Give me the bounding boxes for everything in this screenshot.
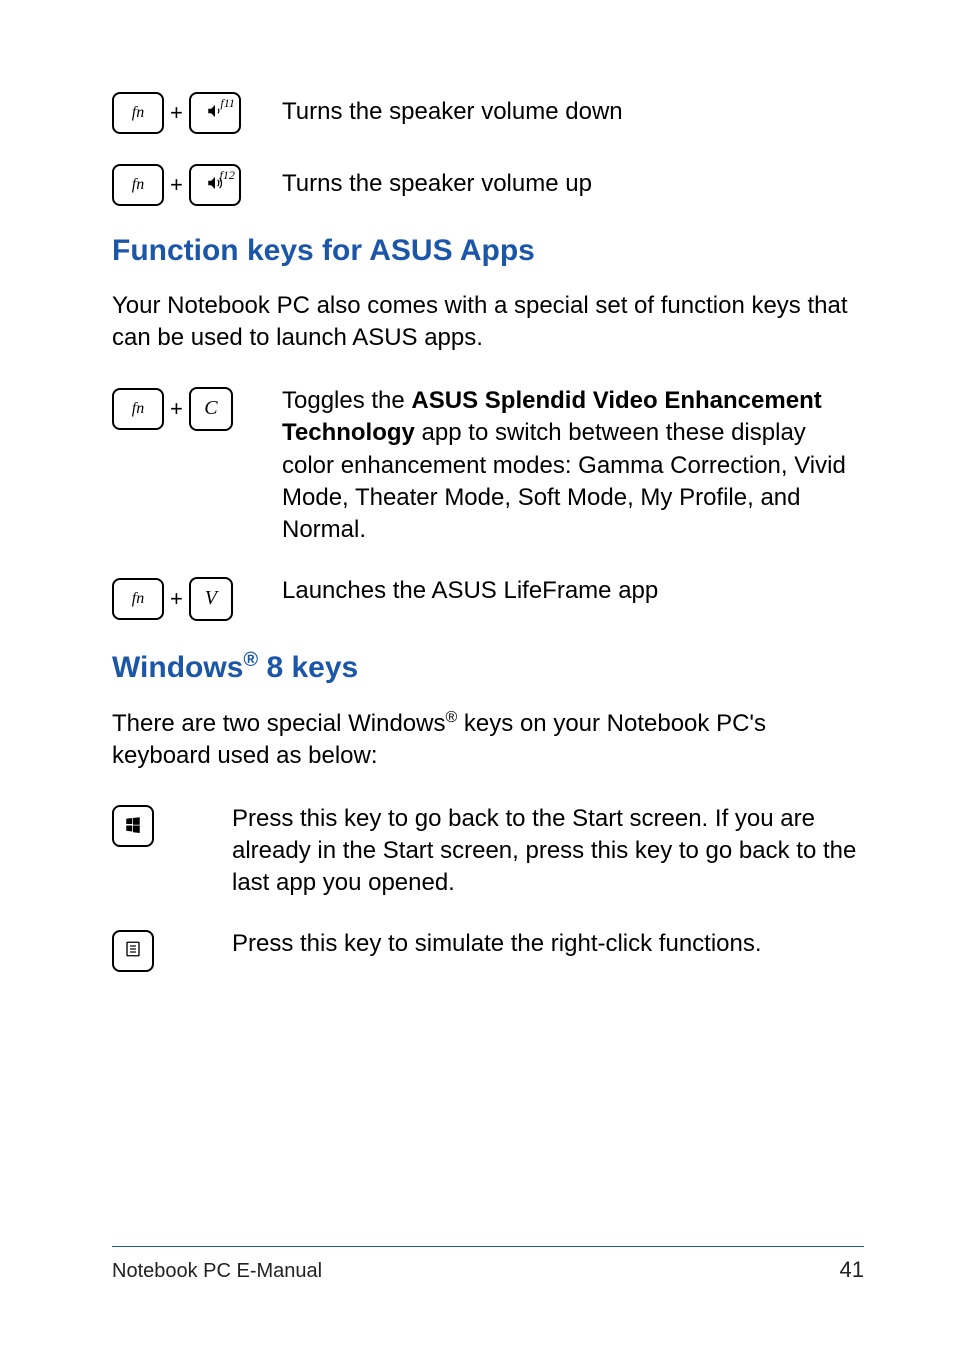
plus-sign: + — [170, 396, 183, 422]
shortcut-row: fn + V Launches the ASUS LifeFrame app — [112, 575, 864, 621]
shortcut-desc: Press this key to simulate the right-cli… — [232, 928, 864, 960]
fn-key: fn — [112, 164, 164, 206]
footer-page-number: 41 — [840, 1257, 864, 1283]
key-combo: fn + f12 — [112, 164, 282, 206]
fn-key-label: fn — [132, 104, 144, 122]
fn-key: fn — [112, 578, 164, 620]
shortcut-row: fn + f11 Turns the speaker volume down — [112, 90, 864, 134]
plus-sign: + — [170, 100, 183, 126]
menu-key — [112, 930, 154, 972]
desc-text: Toggles the — [282, 387, 411, 414]
key-combo: fn + f11 — [112, 92, 282, 134]
shortcut-desc: Launches the ASUS LifeFrame app — [282, 575, 864, 607]
v-key: V — [189, 577, 233, 621]
fn-key-label: fn — [132, 176, 144, 194]
heading-text: 8 keys — [258, 651, 358, 684]
f12-label: f12 — [220, 168, 235, 183]
f11-key: f11 — [189, 92, 241, 134]
key-single — [112, 805, 232, 847]
shortcut-row: Press this key to simulate the right-cli… — [112, 928, 864, 972]
intro-text: There are two special Windows — [112, 710, 445, 737]
c-key-label: C — [204, 397, 217, 420]
fn-key: fn — [112, 92, 164, 134]
page-footer: Notebook PC E-Manual 41 — [112, 1246, 864, 1283]
registered-mark: ® — [445, 709, 457, 726]
f12-key: f12 — [189, 164, 241, 206]
key-combo: fn + V — [112, 577, 282, 621]
shortcut-row: fn + C Toggles the ASUS Splendid Video E… — [112, 385, 864, 547]
heading-asus-apps: Function keys for ASUS Apps — [112, 234, 864, 268]
footer-title: Notebook PC E-Manual — [112, 1260, 322, 1283]
shortcut-desc: Press this key to go back to the Start s… — [232, 803, 864, 900]
f11-label: f11 — [220, 96, 234, 111]
shortcut-desc: Toggles the ASUS Splendid Video Enhancem… — [282, 385, 864, 547]
v-key-label: V — [205, 587, 217, 610]
plus-sign: + — [170, 586, 183, 612]
key-combo: fn + C — [112, 387, 282, 431]
registered-mark: ® — [243, 649, 258, 671]
c-key: C — [189, 387, 233, 431]
fn-key-label: fn — [132, 400, 144, 418]
shortcut-desc: Turns the speaker volume down — [282, 96, 864, 128]
heading-text: Windows — [112, 651, 243, 684]
fn-key-label: fn — [132, 590, 144, 608]
heading-windows-keys: Windows® 8 keys — [112, 649, 864, 685]
shortcut-desc: Turns the speaker volume up — [282, 168, 864, 200]
windows-icon — [124, 815, 142, 837]
intro-windows-keys: There are two special Windows® keys on y… — [112, 707, 864, 773]
windows-key — [112, 805, 154, 847]
shortcut-row: fn + f12 Turns the speaker volume up — [112, 162, 864, 206]
shortcut-row: Press this key to go back to the Start s… — [112, 803, 864, 900]
key-single — [112, 930, 232, 972]
intro-asus-apps: Your Notebook PC also comes with a speci… — [112, 290, 864, 355]
menu-icon — [124, 940, 142, 962]
fn-key: fn — [112, 388, 164, 430]
plus-sign: + — [170, 172, 183, 198]
